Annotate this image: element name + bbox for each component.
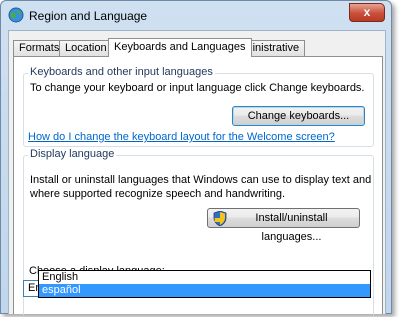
shield-icon (213, 211, 227, 226)
title-bar[interactable]: Region and Language x (1, 1, 391, 29)
keyboards-description: To change your keyboard or input languag… (30, 82, 365, 94)
globe-icon (8, 7, 24, 23)
tab-location[interactable]: Location (59, 40, 113, 56)
display-language-dropdown: English español (38, 270, 371, 298)
region-language-dialog: Region and Language x Formats Location K… (0, 0, 392, 315)
install-button-label: Install/uninstall languages... (255, 212, 328, 243)
keyboards-group: Keyboards and other input languages To c… (23, 66, 374, 147)
dropdown-option-espanol[interactable]: español (39, 284, 370, 297)
close-button[interactable]: x (349, 3, 385, 22)
keyboard-layout-help-link[interactable]: How do I change the keyboard layout for … (28, 131, 335, 143)
tab-formats[interactable]: Formats (13, 40, 66, 56)
display-description-line-1: Install or uninstall languages that Wind… (30, 174, 372, 186)
dropdown-option-english[interactable]: English (39, 271, 370, 284)
display-description-line-2: where supported recognize speech and han… (30, 188, 285, 200)
keyboards-group-title: Keyboards and other input languages (28, 66, 215, 78)
change-keyboards-button[interactable]: Change keyboards... (232, 106, 365, 126)
window-title: Region and Language (29, 9, 148, 23)
tab-keyboards-and-languages[interactable]: Keyboards and Languages (108, 38, 252, 57)
install-uninstall-languages-button[interactable]: Install/uninstall languages... (207, 208, 360, 243)
display-language-group-title: Display language (28, 148, 117, 160)
close-icon: x (363, 5, 371, 19)
